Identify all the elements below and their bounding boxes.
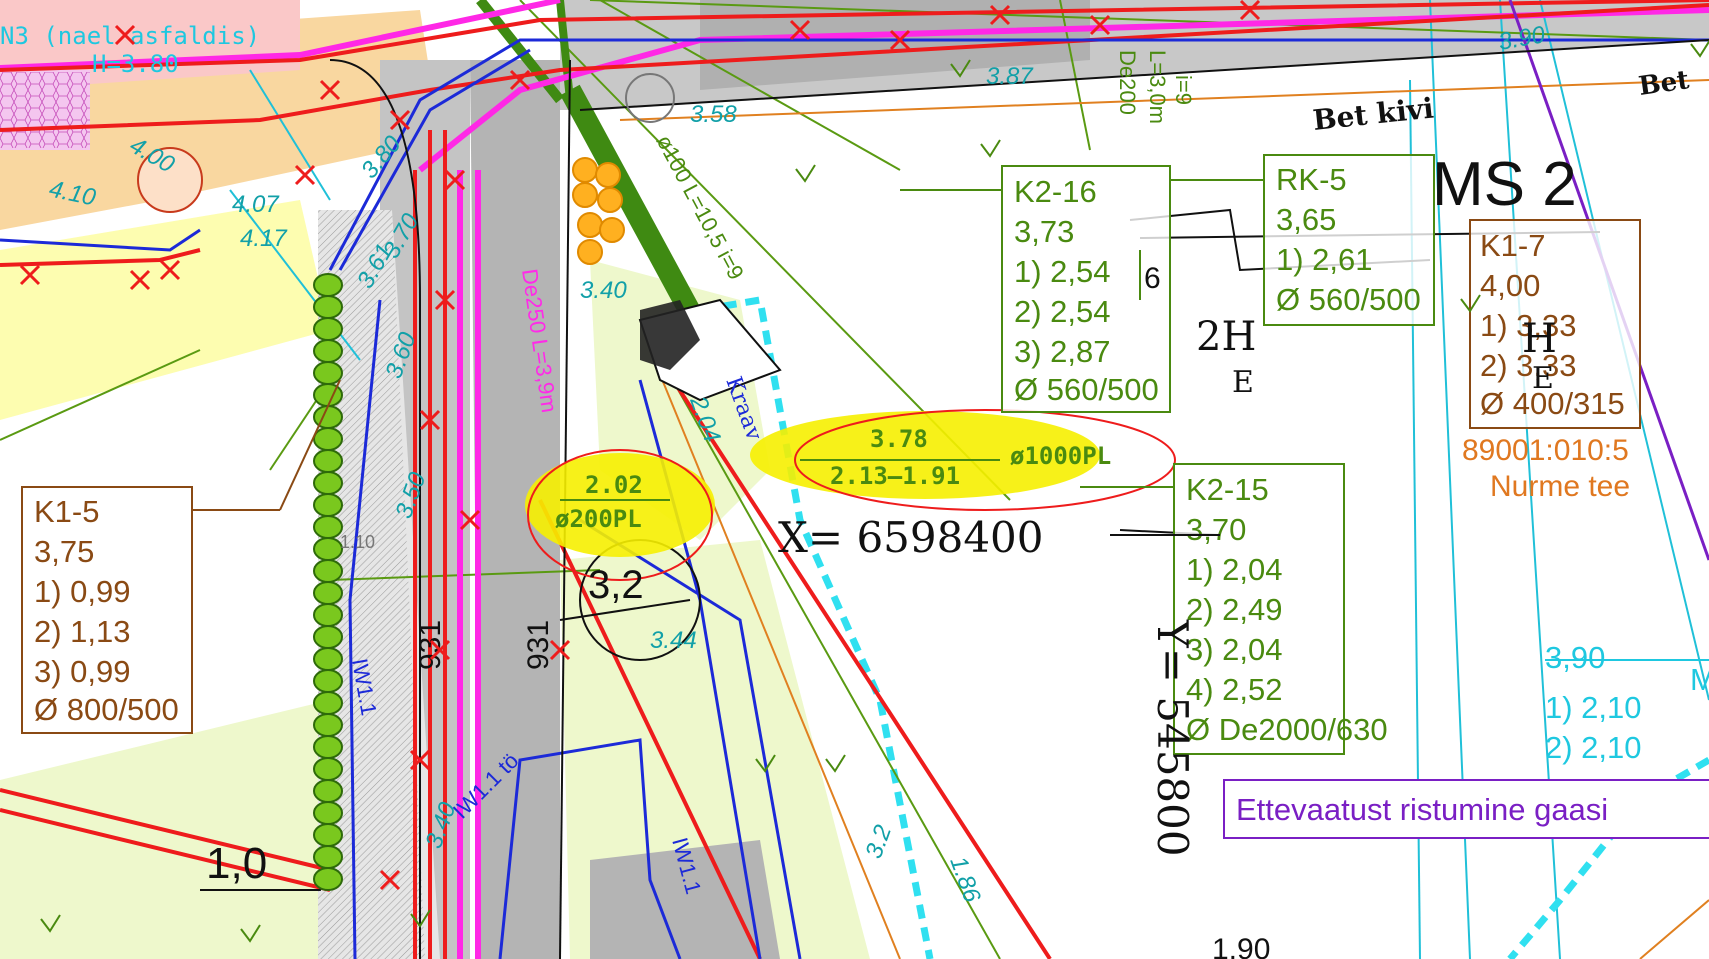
hedge-bead bbox=[313, 361, 343, 385]
well-invert-1: 1) 2,54 bbox=[1014, 254, 1111, 289]
parcel-street: Nurme tee bbox=[1490, 470, 1630, 503]
hedge-bead bbox=[313, 449, 343, 473]
hedge-bead bbox=[313, 845, 343, 869]
hedge-bead bbox=[313, 383, 343, 407]
survey-label: 1.10 bbox=[340, 532, 375, 552]
de200-label: De200 bbox=[1115, 50, 1140, 115]
well-invert-1: 1) 2,61 bbox=[1276, 242, 1373, 277]
hedge-bead bbox=[313, 735, 343, 759]
well-top: 4,00 bbox=[1480, 268, 1540, 303]
elev-3-40: 3.40 bbox=[580, 277, 627, 304]
well-invert-2: 2) 2,49 bbox=[1186, 592, 1283, 627]
utility-plan-map[interactable]: 3.78 2.13–1.91 ø1000PL 2.02 ø200PL K2-16… bbox=[0, 0, 1709, 959]
nine-three-one-b: 931 bbox=[522, 620, 555, 670]
i9-label: i=9 bbox=[1171, 75, 1196, 105]
hedge-bead bbox=[313, 867, 343, 891]
e-label-1: E bbox=[1232, 365, 1254, 400]
y-coordinate: Y= 545800 bbox=[1148, 619, 1197, 857]
hedge-bead bbox=[313, 537, 343, 561]
one-zero-label: 1,0 bbox=[206, 839, 267, 888]
well-id: K1-5 bbox=[34, 494, 99, 529]
hedge-bead bbox=[313, 471, 343, 495]
well-id: RK-5 bbox=[1276, 162, 1347, 197]
hedge-bead bbox=[313, 339, 343, 363]
well-diameter: Ø De2000/630 bbox=[1186, 712, 1388, 747]
well-invert-3: 3) 2,87 bbox=[1014, 334, 1111, 369]
hedge-bead bbox=[313, 317, 343, 341]
x-coordinate: X= 6598400 bbox=[778, 513, 1044, 562]
well-invert-2: 2) 2,54 bbox=[1014, 294, 1111, 329]
well-top: 3,73 bbox=[1014, 214, 1074, 249]
hedge-bead bbox=[313, 559, 343, 583]
hedge-bead bbox=[313, 273, 343, 297]
well-invert-4: 4) 2,52 bbox=[1186, 672, 1283, 707]
six-label: 6 bbox=[1144, 262, 1161, 295]
hedge-bead bbox=[313, 757, 343, 781]
three-two-label: 3,2 bbox=[588, 563, 644, 607]
n3-label: N3 (nael asfaldis) bbox=[0, 22, 260, 50]
warning-note[interactable]: Ettevaatust ristumine gaasi bbox=[1223, 779, 1709, 839]
elev-3-58: 3.58 bbox=[690, 101, 737, 128]
l3m-label: L=3,0m bbox=[1145, 50, 1170, 124]
elev-1-10: 1.10 bbox=[340, 532, 375, 552]
elev-3-44: 3.44 bbox=[650, 627, 697, 654]
well-id: K2-16 bbox=[1014, 174, 1097, 209]
nine-three-one-a: 931 bbox=[414, 620, 447, 670]
one-ninety-label: 1,90 bbox=[1212, 933, 1270, 959]
hedge-bead bbox=[313, 515, 343, 539]
pipe-large-diameter: ø1000PL bbox=[1010, 442, 1111, 470]
hedge-bead bbox=[313, 427, 343, 451]
hedge-bead bbox=[313, 625, 343, 649]
well-invert-3: 3) 2,04 bbox=[1186, 632, 1283, 667]
two-h-label: 2H bbox=[1196, 314, 1256, 360]
hedge-bead bbox=[313, 713, 343, 737]
hedge-bead bbox=[313, 295, 343, 319]
hedge-bead bbox=[313, 669, 343, 693]
hedge-bead bbox=[313, 691, 343, 715]
well-top: 3,70 bbox=[1186, 512, 1246, 547]
hedge-bead bbox=[313, 647, 343, 671]
pipe-small-top-elev: 2.02 bbox=[585, 471, 643, 499]
well-top: 3,65 bbox=[1276, 202, 1336, 237]
well-invert-1: 1) 0,99 bbox=[34, 574, 131, 609]
hedge-bead bbox=[313, 603, 343, 627]
elev-3-87: 3.87 bbox=[986, 63, 1034, 90]
e-label-2: E bbox=[1532, 361, 1554, 396]
pipe-large-top-elev: 3.78 bbox=[870, 425, 928, 453]
well-invert-1: 1) 2,10 bbox=[1545, 690, 1642, 725]
pipe-small-diameter: ø200PL bbox=[555, 505, 642, 533]
well-id: K2-15 bbox=[1186, 472, 1269, 507]
elev-4-07: 4.07 bbox=[232, 191, 280, 218]
well-invert-3: 3) 0,99 bbox=[34, 654, 131, 689]
well-invert-1: 1) 2,04 bbox=[1186, 552, 1283, 587]
well-invert-2: 2) 1,13 bbox=[34, 614, 131, 649]
well-diameter: Ø 560/500 bbox=[1276, 282, 1421, 317]
hedge-bead bbox=[313, 779, 343, 803]
well-id: K1-7 bbox=[1480, 228, 1545, 263]
h-label: H bbox=[1522, 316, 1557, 362]
hedge-bead bbox=[313, 493, 343, 517]
well-box-rk-5[interactable]: RK-5 3,65 1) 2,61 Ø 560/500 bbox=[1263, 154, 1435, 326]
n3-height: H=3.80 bbox=[92, 50, 179, 78]
m-cut-label: M bbox=[1690, 662, 1709, 697]
well-invert-2: 2) 2,10 bbox=[1545, 730, 1642, 765]
hedge-bead bbox=[313, 801, 343, 825]
hedge-bead bbox=[313, 823, 343, 847]
hedge-bead bbox=[313, 405, 343, 429]
well-top: 3,75 bbox=[34, 534, 94, 569]
ms2-label: MS 2 bbox=[1432, 150, 1577, 219]
warning-text: Ettevaatust ristumine gaasi bbox=[1236, 792, 1608, 827]
parcel-id: 89001:010:5 bbox=[1462, 434, 1629, 467]
elev-4-17: 4.17 bbox=[240, 225, 288, 252]
hedge-bead bbox=[313, 581, 343, 605]
well-top: 3,90 bbox=[1545, 640, 1605, 675]
well-diameter: Ø 800/500 bbox=[34, 692, 179, 727]
well-diameter: Ø 560/500 bbox=[1014, 372, 1159, 407]
pipe-large-invert: 2.13–1.91 bbox=[830, 462, 960, 490]
